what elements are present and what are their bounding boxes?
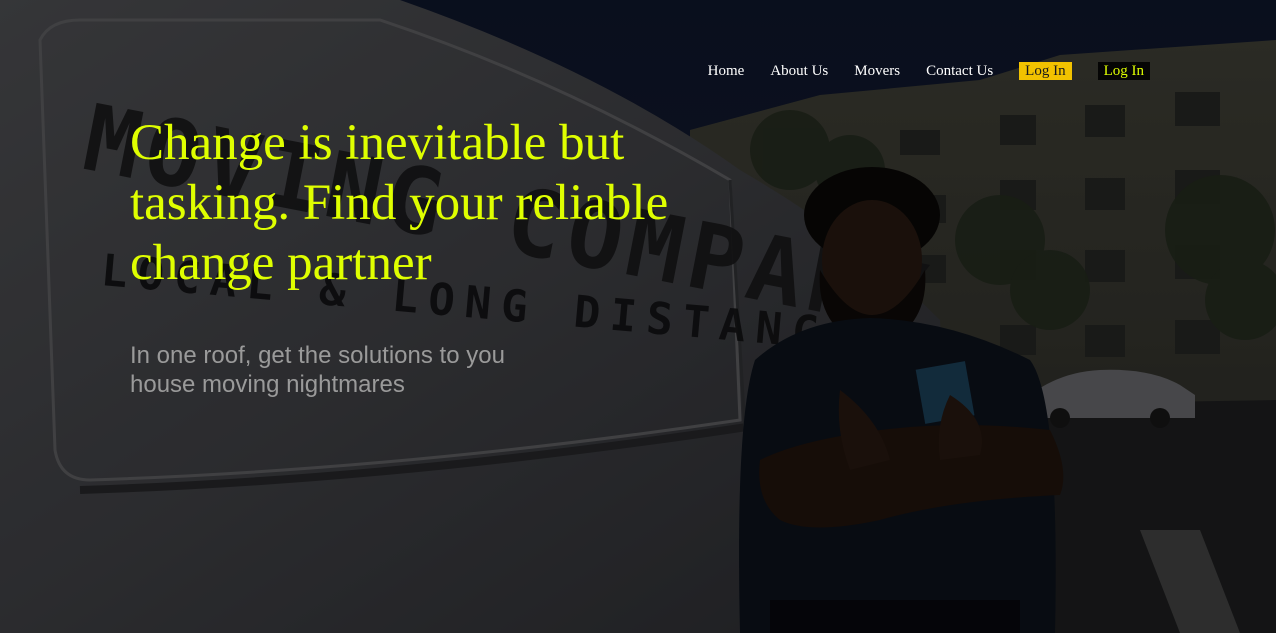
nav-link-about-us[interactable]: About Us — [770, 62, 828, 80]
hero-section: MOVING COMPANY LOCAL & LONG DISTANCE Hom… — [0, 0, 1276, 633]
login-button-secondary[interactable]: Log In — [1097, 62, 1150, 80]
nav-link-movers[interactable]: Movers — [854, 62, 900, 80]
main-navigation: Home About Us Movers Contact Us Log In L… — [708, 62, 1150, 80]
hero-subheadline: In one roof, get the solutions to you ho… — [130, 342, 505, 398]
login-button-primary[interactable]: Log In — [1019, 62, 1072, 80]
hero-dim-overlay — [0, 0, 1276, 633]
nav-link-home[interactable]: Home — [708, 62, 745, 80]
nav-link-contact-us[interactable]: Contact Us — [926, 62, 993, 80]
hero-headline: Change is inevitable but tasking. Find y… — [130, 115, 669, 291]
